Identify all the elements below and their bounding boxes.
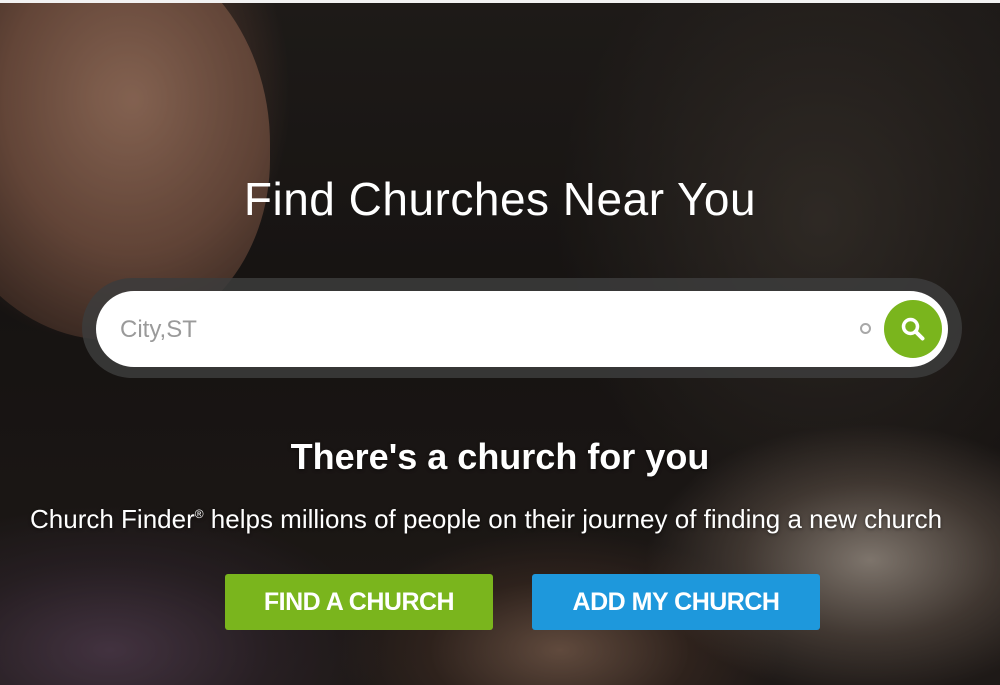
page-title: Find Churches Near You bbox=[243, 173, 757, 225]
top-border bbox=[0, 0, 1000, 3]
add-my-church-button[interactable]: ADD MY CHURCH bbox=[532, 574, 820, 630]
description-rest: helps millions of people on their journe… bbox=[203, 504, 943, 534]
search-input[interactable] bbox=[118, 303, 842, 357]
search-icon bbox=[901, 317, 925, 341]
search-button[interactable] bbox=[884, 300, 942, 358]
brand-name: Church Finder bbox=[30, 504, 195, 534]
description-text: Church Finder® helps millions of people … bbox=[30, 504, 942, 535]
find-a-church-button[interactable]: FIND A CHURCH bbox=[225, 574, 493, 630]
hero-content: Find Churches Near You There's a church … bbox=[0, 0, 1000, 685]
registered-mark: ® bbox=[194, 507, 204, 521]
circle-icon bbox=[860, 323, 871, 334]
tagline: There's a church for you bbox=[290, 436, 710, 477]
